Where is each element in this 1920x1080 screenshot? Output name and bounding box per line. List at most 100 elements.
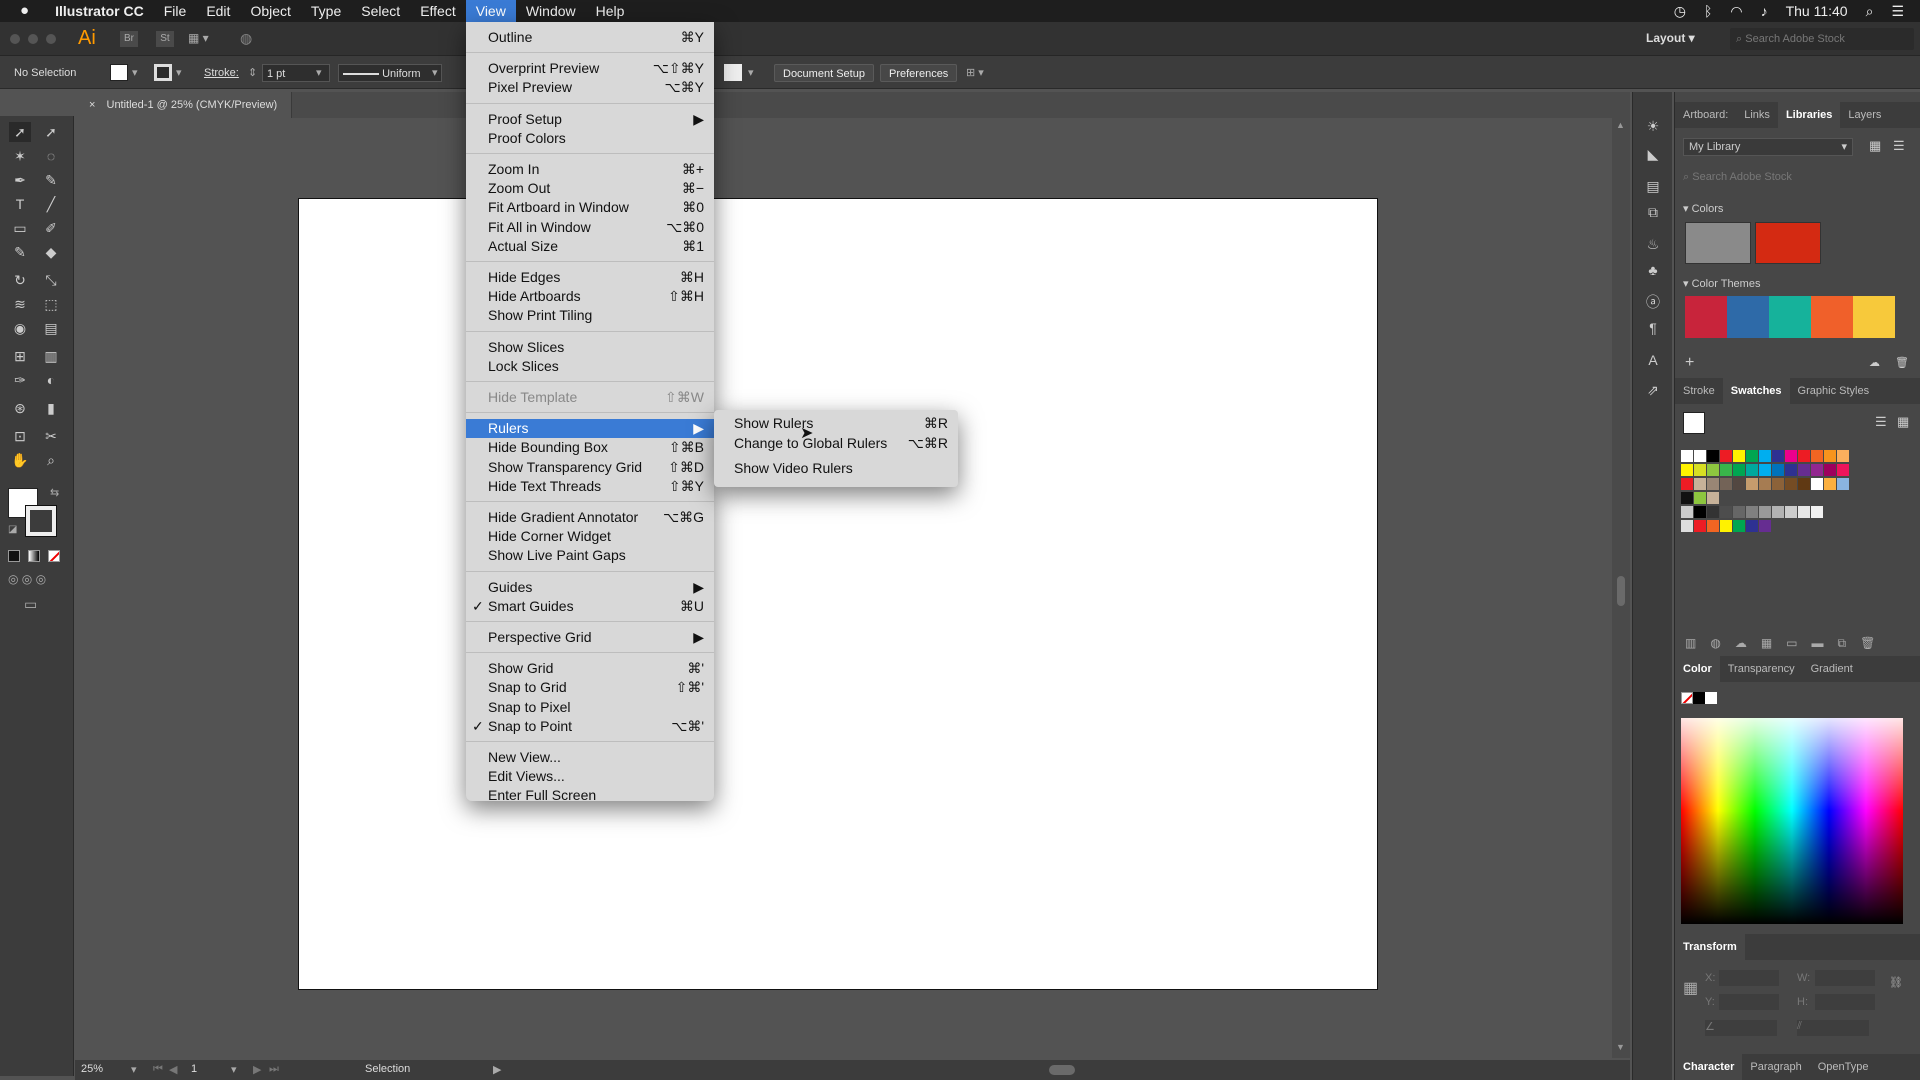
workspace-switcher[interactable]: Layout ▾ bbox=[1646, 31, 1695, 45]
view-menu-item-hide-edges[interactable]: Hide Edges ⌘H bbox=[466, 268, 714, 287]
none-mode-icon[interactable] bbox=[48, 550, 60, 562]
swatch[interactable] bbox=[1720, 506, 1732, 518]
swatch[interactable] bbox=[1746, 478, 1758, 490]
swatch[interactable] bbox=[1681, 520, 1693, 532]
swatch[interactable] bbox=[1798, 506, 1810, 518]
swatch[interactable] bbox=[1772, 450, 1784, 462]
library-search[interactable]: ⌕ Search Adobe Stock bbox=[1683, 168, 1911, 186]
swatch-options-icon[interactable]: ▦ bbox=[1761, 636, 1772, 651]
last-artboard-icon[interactable]: ⏭ bbox=[269, 1063, 279, 1076]
swatch-grid-view-icon[interactable]: ▦ bbox=[1897, 414, 1909, 430]
gradient-tool-icon[interactable]: ▥ bbox=[40, 346, 62, 366]
menu-file[interactable]: File bbox=[154, 0, 197, 22]
tab-gradient[interactable]: Gradient bbox=[1803, 656, 1861, 682]
swap-colors-icon[interactable]: ⇆ bbox=[50, 486, 59, 499]
colors-header[interactable]: ▾ Colors bbox=[1683, 202, 1723, 215]
swatch[interactable] bbox=[1681, 478, 1693, 490]
scroll-down-icon[interactable]: ▼ bbox=[1616, 1042, 1625, 1052]
swatch[interactable] bbox=[1746, 520, 1758, 532]
blend-tool-icon[interactable]: ◐ bbox=[40, 370, 62, 390]
swatch[interactable] bbox=[1837, 478, 1849, 490]
new-group-icon[interactable]: ▬ bbox=[1812, 636, 1824, 651]
stroke-color-box[interactable] bbox=[25, 505, 57, 537]
shape-builder-tool-icon[interactable]: ◉ bbox=[9, 318, 31, 338]
swatch[interactable] bbox=[1720, 478, 1732, 490]
swatch[interactable] bbox=[1772, 464, 1784, 476]
zoom-dropdown-icon[interactable]: ▾ bbox=[131, 1063, 137, 1076]
bluetooth-icon[interactable]: ᛒ bbox=[1704, 3, 1712, 19]
swatch[interactable] bbox=[1785, 450, 1797, 462]
view-menu-item-actual-size[interactable]: Actual Size ⌘1 bbox=[466, 237, 714, 256]
swatch[interactable] bbox=[1811, 450, 1823, 462]
view-menu-item-hide-gradient-annotator[interactable]: Hide Gradient Annotator ⌥⌘G bbox=[466, 508, 714, 527]
transform-x-input[interactable] bbox=[1719, 970, 1779, 986]
menu-illustrator[interactable]: Illustrator CC bbox=[45, 0, 154, 22]
horizontal-scroll-thumb[interactable] bbox=[1049, 1065, 1075, 1075]
symbols-panel-icon[interactable]: ♨ bbox=[1642, 234, 1664, 254]
color-none-swatch[interactable] bbox=[1681, 692, 1693, 704]
tab-color[interactable]: Color bbox=[1675, 656, 1720, 682]
stroke-profile-select[interactable]: Uniform bbox=[338, 64, 442, 82]
library-swatch-gray[interactable] bbox=[1685, 222, 1751, 264]
stroke-swatch[interactable] bbox=[154, 64, 172, 81]
vertical-scrollbar[interactable]: ▲ ▼ bbox=[1612, 118, 1630, 1058]
artboard-dropdown-icon[interactable]: ▾ bbox=[231, 1063, 237, 1076]
swatch[interactable] bbox=[1681, 506, 1693, 518]
type-tool-icon[interactable]: T bbox=[9, 194, 31, 214]
gpu-performance-icon[interactable]: ◍ bbox=[240, 30, 252, 47]
swatch[interactable] bbox=[1798, 450, 1810, 462]
constrain-proportions-icon[interactable]: ⛓ bbox=[1889, 976, 1903, 989]
view-menu-item-enter-full-screen[interactable]: Enter Full Screen bbox=[466, 786, 714, 805]
column-graph-tool-icon[interactable]: ▮ bbox=[40, 398, 62, 418]
arrange-documents-icon[interactable]: ▦ ▾ bbox=[188, 31, 209, 45]
shear-angle-input[interactable]: ⫽ bbox=[1797, 1020, 1869, 1036]
swatch[interactable] bbox=[1837, 450, 1849, 462]
swatch-kinds-icon[interactable]: ◍ bbox=[1710, 636, 1720, 651]
reference-point-icon[interactable]: ▦ bbox=[1683, 978, 1698, 998]
swatch[interactable] bbox=[1707, 520, 1719, 532]
swatch[interactable] bbox=[1759, 520, 1771, 532]
swatch[interactable] bbox=[1746, 450, 1758, 462]
swatch[interactable] bbox=[1772, 478, 1784, 490]
tab-transform[interactable]: Transform bbox=[1675, 934, 1745, 960]
swatch[interactable] bbox=[1837, 464, 1849, 476]
swatch[interactable] bbox=[1720, 450, 1732, 462]
tab-character[interactable]: Character bbox=[1675, 1054, 1743, 1080]
draw-mode-icon[interactable]: ◎ ◎ ◎ bbox=[8, 572, 46, 586]
warp-tool-icon[interactable]: ≋ bbox=[9, 294, 31, 314]
hand-tool-icon[interactable]: ✋ bbox=[9, 450, 31, 470]
wifi-icon[interactable]: ◠ bbox=[1730, 3, 1742, 20]
tab-libraries[interactable]: Libraries bbox=[1777, 102, 1841, 128]
notification-icon[interactable]: ☰ bbox=[1891, 3, 1904, 20]
view-menu-item-pixel-preview[interactable]: Pixel Preview ⌥⌘Y bbox=[466, 78, 714, 97]
stroke-dropdown-icon[interactable]: ▾ bbox=[176, 64, 182, 82]
fill-dropdown-icon[interactable]: ▾ bbox=[132, 64, 138, 82]
minimize-window-icon[interactable] bbox=[28, 34, 38, 44]
theme-color-2[interactable] bbox=[1727, 296, 1769, 338]
scale-tool-icon[interactable]: ⤡ bbox=[40, 270, 62, 290]
scroll-up-icon[interactable]: ▲ bbox=[1616, 120, 1625, 130]
swatch-cloud-icon[interactable]: ☁ bbox=[1735, 636, 1747, 651]
artboard-tool-icon[interactable]: ⊡ bbox=[9, 426, 31, 446]
view-menu-item-new-view[interactable]: New View... bbox=[466, 748, 714, 767]
align-icon[interactable]: ⊞ ▾ bbox=[966, 64, 984, 82]
swatch[interactable] bbox=[1785, 464, 1797, 476]
transform-y-input[interactable] bbox=[1719, 994, 1779, 1010]
swatch[interactable] bbox=[1707, 492, 1719, 504]
delete-swatch-icon[interactable]: 🗑 bbox=[1860, 636, 1875, 651]
view-menu-item-hide-bounding-box[interactable]: Hide Bounding Box ⇧⌘B bbox=[466, 438, 714, 457]
swatch[interactable] bbox=[1798, 478, 1810, 490]
gradient-mode-icon[interactable] bbox=[28, 550, 40, 562]
view-menu-item-edit-views[interactable]: Edit Views... bbox=[466, 767, 714, 786]
preferences-button[interactable]: Preferences bbox=[880, 64, 958, 82]
transform-h-input[interactable] bbox=[1815, 994, 1875, 1010]
artboard[interactable] bbox=[298, 198, 1378, 990]
swatch[interactable] bbox=[1772, 506, 1784, 518]
document-setup-button[interactable]: Document Setup bbox=[774, 64, 874, 82]
view-menu-item-rulers[interactable]: Rulers ▶ bbox=[466, 419, 714, 439]
swatch[interactable] bbox=[1733, 520, 1745, 532]
volume-icon[interactable]: ♪ bbox=[1761, 3, 1768, 19]
symbol-sprayer-tool-icon[interactable]: ⊛ bbox=[9, 398, 31, 418]
view-menu-item-snap-to-pixel[interactable]: Snap to Pixel bbox=[466, 698, 714, 717]
view-menu-item-fit-artboard-in-window[interactable]: Fit Artboard in Window ⌘0 bbox=[466, 198, 714, 217]
